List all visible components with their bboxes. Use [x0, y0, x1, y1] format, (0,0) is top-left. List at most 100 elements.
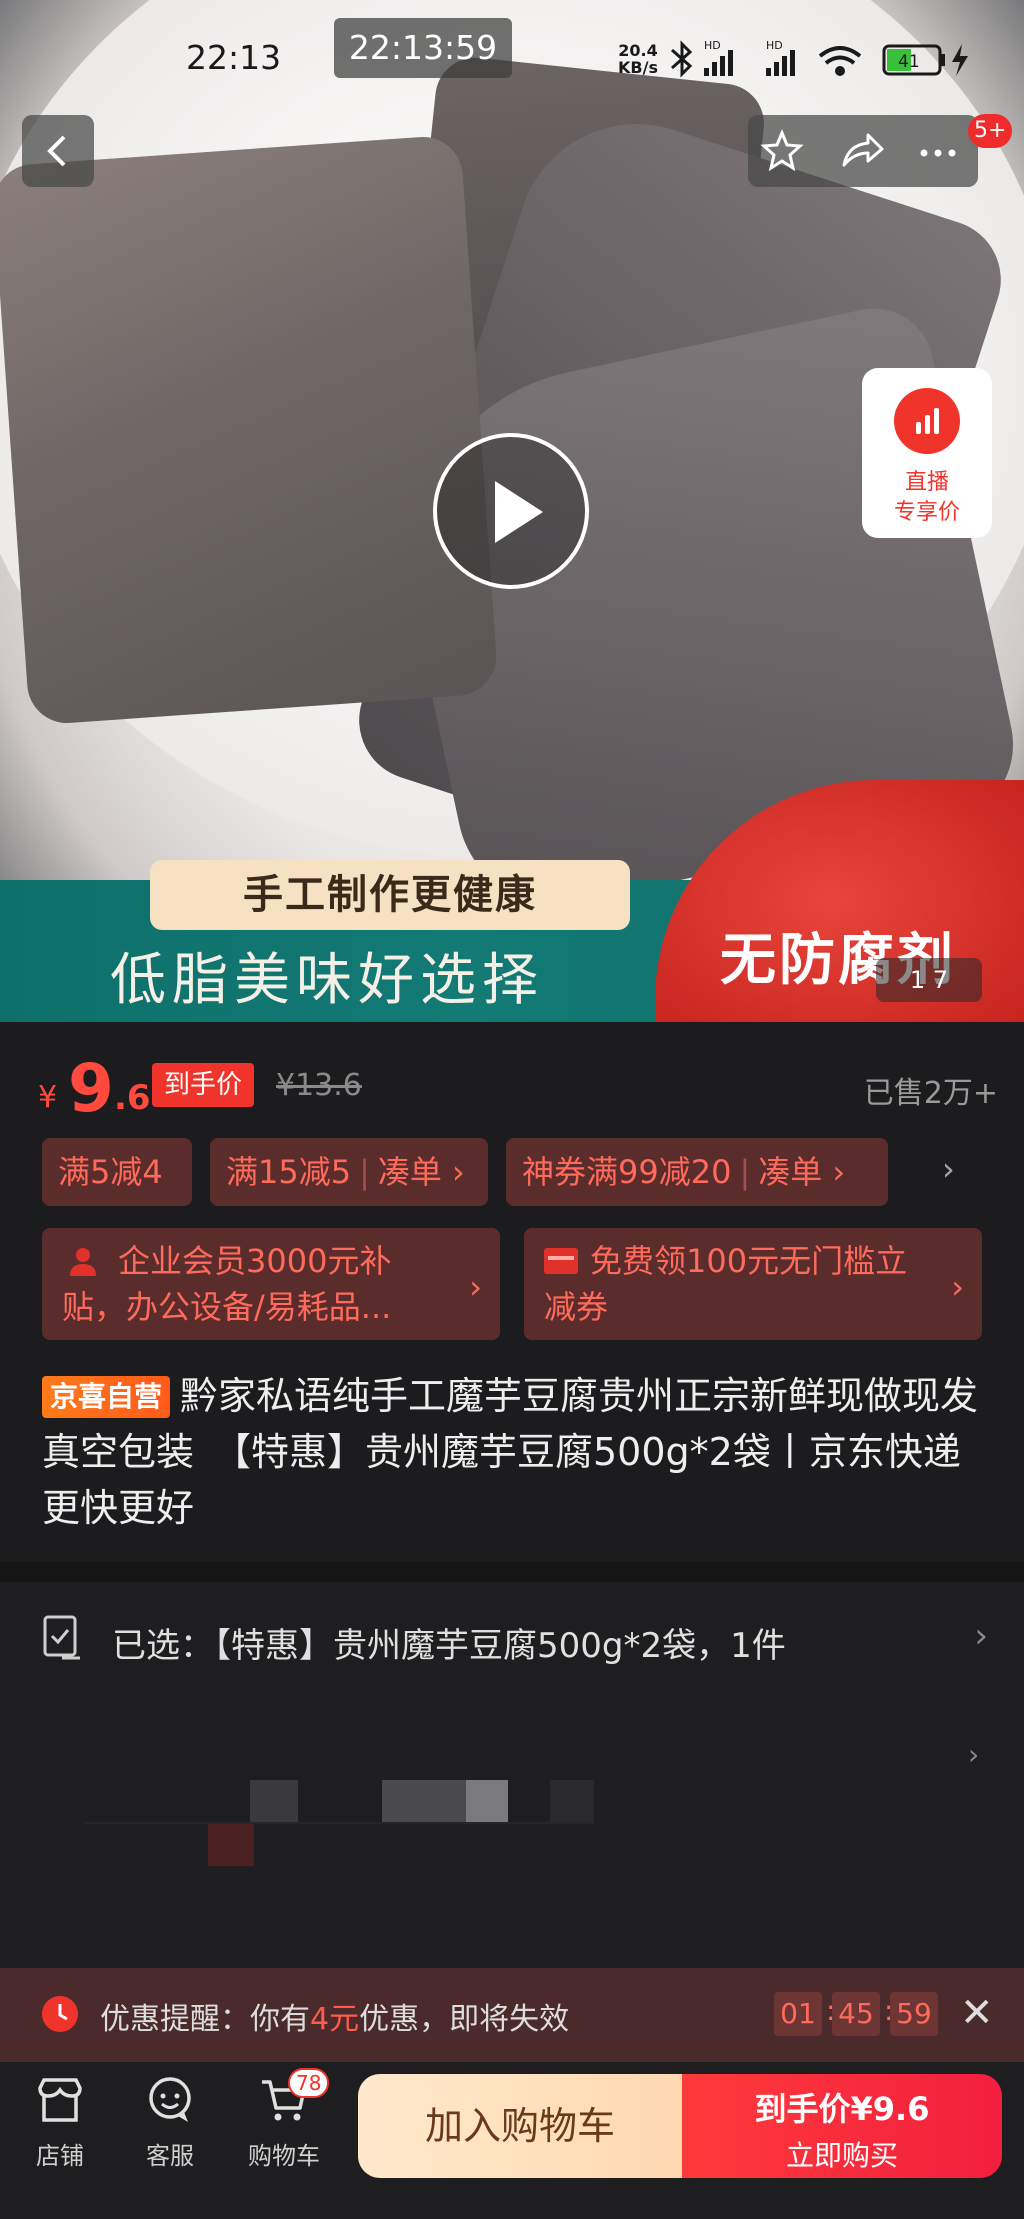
more-icon[interactable] — [916, 129, 960, 173]
nav-store[interactable]: 店铺 — [10, 2074, 110, 2171]
clock-icon — [42, 1996, 78, 2032]
live-icon — [894, 388, 960, 454]
coupon-chip[interactable]: 神券满99减20 | 凑单 › — [506, 1138, 888, 1206]
nav-store-label: 店铺 — [36, 2142, 84, 2170]
battery-icon: 41 — [882, 44, 945, 76]
live-price-card[interactable]: 直播 专享价 — [862, 368, 992, 538]
play-video-button[interactable] — [433, 433, 589, 589]
top-action-bar — [748, 115, 978, 187]
reminder-amount: 4元 — [310, 2002, 360, 2037]
reminder-suffix: 优惠，即将失效 — [359, 2002, 570, 2037]
mosaic-block — [208, 1822, 254, 1866]
countdown-seconds: 59 — [890, 1992, 938, 2036]
price-row: ¥ 9 .6 到手价 ¥13.6 已售2万+ — [38, 1050, 998, 1127]
coupon-label: 神券满99减20 — [522, 1153, 732, 1191]
service-icon — [149, 2077, 191, 2122]
countdown-hours: 01 — [774, 1992, 822, 2036]
final-price-tag: 到手价 — [152, 1063, 255, 1107]
play-icon — [495, 481, 543, 543]
add-to-cart-button[interactable]: 加入购物车 — [358, 2074, 682, 2178]
buy-now-button[interactable]: 到手价¥9.6 立即购买 — [682, 2074, 1002, 2178]
signal-icon-2: HD — [766, 40, 795, 76]
nav-cart-label: 购物车 — [248, 2142, 320, 2170]
chevron-right-icon: › — [469, 1268, 482, 1306]
section-divider — [0, 1562, 1024, 1582]
discount-reminder: 优惠提醒：你有4元优惠，即将失效 01 : 45 : 59 ✕ — [0, 1968, 1024, 2062]
product-detail-page: 手工制作更健康 低脂美味好选择 无防腐剂 1 7 22:13 22:13:59 … — [0, 0, 1024, 2219]
selected-spec-text: 已选：【特惠】贵州魔芋豆腐500g*2袋，1件 — [112, 1626, 786, 1666]
promo-text: 企业会员3000元补贴，办公设备/易耗品... — [62, 1242, 392, 1326]
live-label-2: 专享价 — [893, 500, 960, 525]
chevron-right-icon: › — [968, 1738, 980, 1771]
coupon-chip[interactable]: 满5减4 — [42, 1138, 192, 1206]
mosaic-line — [84, 1822, 594, 1824]
bottom-action-bar: 店铺 客服 78 购物车 加入购物车 到手价¥9.6 立即购买 — [0, 2062, 1024, 2219]
chevron-left-icon — [47, 135, 66, 167]
cart-count-badge: 78 — [288, 2068, 330, 2098]
product-title-block: 京喜自营 黔家私语纯手工魔芋豆腐贵州正宗新鲜现做现发真空包装 【特惠】贵州魔芋豆腐… — [42, 1368, 992, 1536]
wifi-icon — [818, 46, 862, 76]
message-badge: 5+ — [968, 114, 1013, 148]
price-integer: 9 — [68, 1050, 114, 1127]
obscured-section: › — [0, 1698, 1024, 1968]
net-speed-unit: KB/s — [618, 58, 658, 77]
live-label-1: 直播 — [904, 470, 949, 495]
share-icon[interactable] — [838, 129, 886, 173]
promo-text: 免费领100元无门槛立减券 — [544, 1242, 908, 1326]
mosaic-block — [550, 1780, 594, 1822]
voucher-icon — [544, 1248, 578, 1274]
back-button[interactable] — [22, 115, 94, 187]
nav-service[interactable]: 客服 — [120, 2074, 220, 2171]
net-speed-value: 20.4 — [618, 41, 658, 60]
star-icon[interactable] — [760, 129, 804, 173]
spec-icon — [43, 1615, 80, 1660]
status-bar: 22:13 22:13:59 20.4 KB/s HD HD 41 — [0, 0, 1024, 110]
nav-service-label: 客服 — [146, 2142, 194, 2170]
countdown-minutes: 45 — [832, 1992, 880, 2036]
net-speed: 20.4 KB/s — [618, 42, 658, 76]
coupon-action[interactable]: 凑单 › — [758, 1153, 845, 1191]
chevron-right-icon: › — [974, 1616, 988, 1656]
nav-cart[interactable]: 78 购物车 — [234, 2068, 334, 2171]
banner-headline: 低脂美味好选择 — [110, 948, 544, 1013]
screen-timer: 22:13:59 — [334, 18, 512, 78]
coupon-action[interactable]: 凑单 › — [378, 1153, 465, 1191]
buy-price-label: 到手价¥9.6 — [754, 2090, 930, 2128]
svg-text:HD: HD — [704, 40, 721, 52]
coupon-row: 满5减4 满15减5 | 凑单 › 神券满99减20 | 凑单 › › — [42, 1138, 1002, 1206]
coupon-label: 满5减4 — [58, 1153, 163, 1191]
signal-icon: HD — [704, 40, 733, 76]
battery-level: 41 — [898, 52, 920, 72]
konjac-piece — [0, 134, 499, 726]
enterprise-promo[interactable]: 企业会员3000元补贴，办公设备/易耗品... › — [42, 1228, 500, 1340]
selected-spec-row[interactable]: 已选：【特惠】贵州魔芋豆腐500g*2袋，1件 › — [0, 1582, 1024, 1698]
price-decimal: .6 — [114, 1078, 151, 1118]
reminder-prefix: 优惠提醒：你有 — [100, 2002, 310, 2037]
mosaic-block — [382, 1780, 466, 1822]
person-icon — [70, 1248, 96, 1276]
mosaic-block — [466, 1780, 508, 1822]
coupon-chip[interactable]: 满15减5 | 凑单 › — [210, 1138, 488, 1206]
image-counter: 1 7 — [876, 958, 982, 1002]
chevron-right-icon: › — [951, 1268, 964, 1306]
self-operated-tag: 京喜自营 — [42, 1376, 171, 1418]
charging-icon — [952, 44, 968, 76]
banner-tag: 手工制作更健康 — [150, 860, 630, 930]
status-icons: HD HD 41 — [671, 40, 968, 78]
voucher-promo[interactable]: 免费领100元无门槛立减券 › — [524, 1228, 982, 1340]
chevron-right-icon[interactable]: › — [942, 1150, 955, 1188]
live-label: 直播 专享价 — [862, 468, 992, 528]
reminder-text: 优惠提醒：你有4元优惠，即将失效 — [100, 1994, 569, 2038]
close-icon[interactable]: ✕ — [960, 1990, 994, 2036]
product-title: 黔家私语纯手工魔芋豆腐贵州正宗新鲜现做现发真空包装 【特惠】贵州魔芋豆腐500g… — [42, 1374, 979, 1530]
bluetooth-icon — [671, 40, 693, 78]
voucher-promo-text: 免费领100元无门槛立减券 — [544, 1238, 934, 1330]
enterprise-promo-text: 企业会员3000元补贴，办公设备/易耗品... — [62, 1238, 452, 1330]
sold-count: 已售2万+ — [863, 1076, 998, 1111]
coupon-label: 满15减5 — [226, 1153, 352, 1191]
mosaic-block — [250, 1780, 298, 1822]
buy-now-label: 立即购买 — [785, 2139, 898, 2172]
svg-text:HD: HD — [766, 40, 783, 52]
store-icon — [38, 2078, 82, 2122]
price-currency: ¥ — [38, 1080, 58, 1115]
